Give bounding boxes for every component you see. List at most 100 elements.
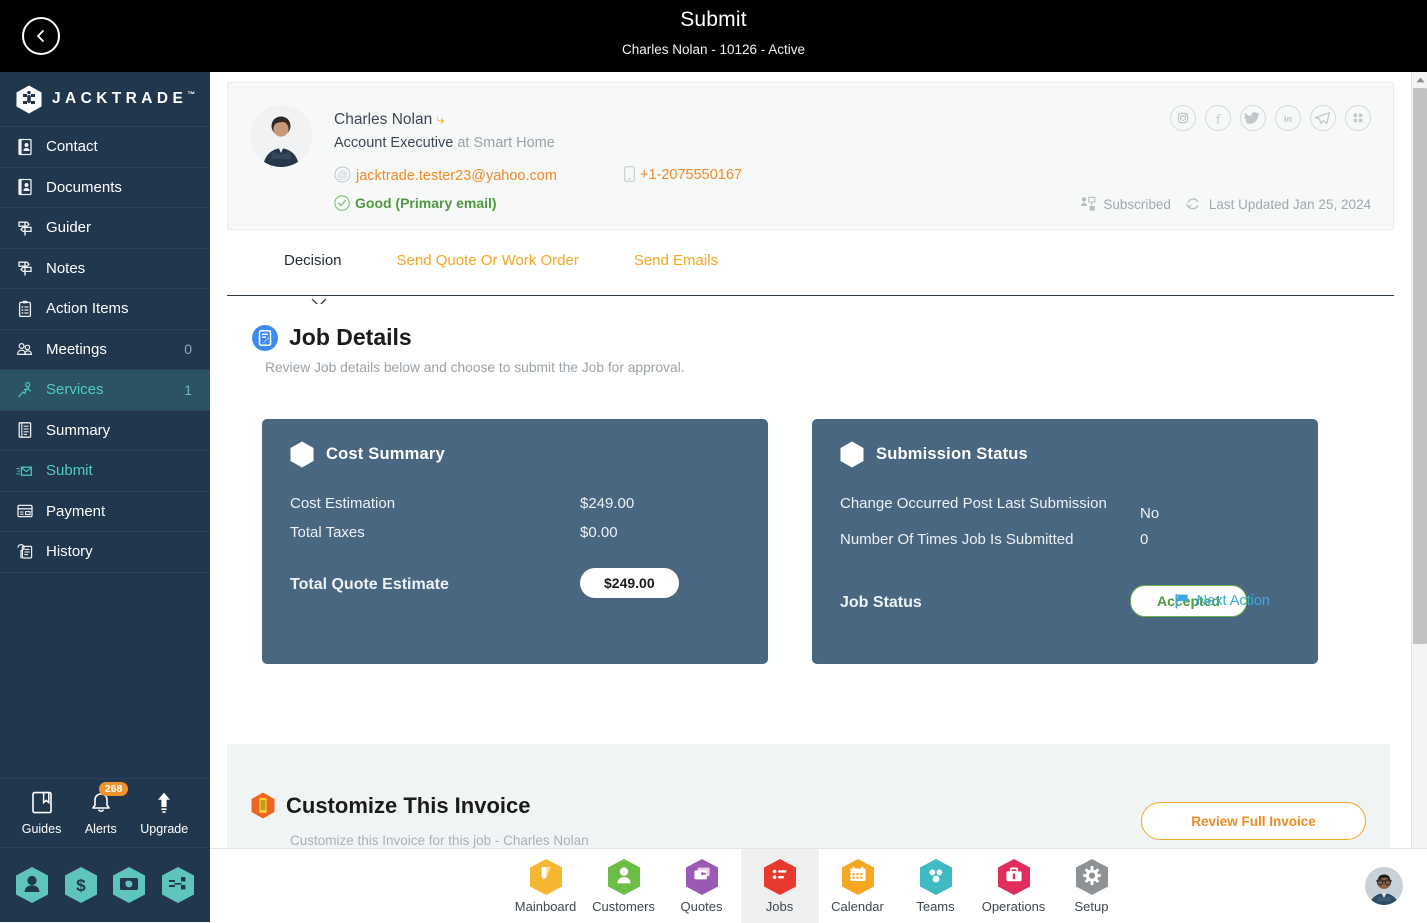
sidebar-item-payment[interactable]: Payment — [0, 492, 210, 533]
bottom-nav-setup[interactable]: Setup — [1053, 849, 1131, 923]
bottom-nav-label: Customers — [592, 899, 655, 914]
bottom-nav-teams[interactable]: Teams — [897, 849, 975, 923]
sidebar-util-label: Alerts — [85, 822, 117, 836]
main-content-area: Charles Nolan⤷ Account Executive at Smar… — [210, 72, 1411, 922]
at-sign-icon: @ — [334, 166, 351, 183]
sidebar-item-summary[interactable]: Summary — [0, 411, 210, 452]
mainboard-icon — [529, 858, 563, 896]
sidebar-shortcut-workflow[interactable] — [161, 866, 195, 904]
meetings-icon — [14, 340, 36, 358]
sidebar-item-meetings[interactable]: Meetings0 — [0, 330, 210, 371]
hexagon-icon — [840, 441, 864, 468]
sidebar-item-label: Contact — [46, 138, 192, 155]
scrollbar-thumb[interactable] — [1413, 88, 1427, 644]
signpost-icon — [14, 219, 36, 237]
contact-email[interactable]: @ jacktrade.tester23@yahoo.com — [334, 166, 557, 184]
bottom-navigation-bar: Mainboard Customers Quotes Jobs Calendar Team… — [210, 848, 1427, 922]
sidebar-shortcut-money-transfer[interactable] — [112, 866, 146, 904]
page-subtitle: Charles Nolan - 10126 - Active — [0, 42, 1427, 57]
customers-icon — [607, 858, 641, 896]
teams-icon — [919, 858, 953, 896]
bottom-nav-customers[interactable]: Customers — [585, 849, 663, 923]
total-quote-value: $249.00 — [580, 568, 679, 599]
linkedin-icon[interactable]: in — [1275, 105, 1301, 131]
payment-card-icon — [14, 502, 36, 520]
book-bookmark-icon — [31, 802, 53, 819]
sidebar-shortcut-dollar[interactable]: $ — [64, 866, 98, 904]
tab-decision[interactable]: Decision — [284, 252, 342, 281]
bottom-nav-quotes[interactable]: Quotes — [663, 849, 741, 923]
sidebar-item-label: Summary — [46, 422, 192, 439]
sidebar-item-count: 1 — [184, 382, 210, 398]
invoice-subtitle: Customize this Invoice for this job - Ch… — [290, 833, 589, 848]
facebook-icon[interactable]: f — [1205, 105, 1231, 131]
sidebar-item-notes[interactable]: Notes — [0, 249, 210, 290]
bottom-nav-label: Quotes — [681, 899, 723, 914]
scroll-up-arrow-icon[interactable] — [1412, 72, 1427, 88]
cost-row-key: Cost Estimation — [290, 494, 580, 514]
tab-send-emails[interactable]: Send Emails — [634, 252, 718, 281]
brand-logo[interactable]: JACKTRADE™ — [0, 72, 210, 127]
customize-invoice-section: Customize This Invoice Customize this In… — [227, 744, 1390, 854]
share-arrow-icon[interactable]: ⤷ — [436, 111, 444, 128]
hexagon-icon — [290, 441, 314, 468]
subscribe-icon — [1080, 196, 1096, 212]
sidebar-item-submit[interactable]: Submit — [0, 451, 210, 492]
instagram-icon[interactable] — [1170, 105, 1196, 131]
total-quote-value-wrap: $249.00 — [580, 568, 679, 599]
twitter-icon[interactable] — [1240, 105, 1266, 131]
contact-role: Account Executive at Smart Home — [334, 135, 555, 151]
submission-status-title: Submission Status — [876, 445, 1028, 464]
subscribed-label: Subscribed — [1103, 197, 1171, 212]
sidebar-util-alerts[interactable]: 268Alerts — [85, 791, 117, 836]
sidebar-item-history[interactable]: History — [0, 532, 210, 573]
cost-summary-header: Cost Summary — [290, 441, 740, 468]
sidebar-item-contact[interactable]: Contact — [0, 127, 210, 168]
sidebar-shortcut-person[interactable] — [15, 866, 49, 904]
jacktrade-hex-icon — [16, 85, 42, 114]
total-quote-row: Total Quote Estimate $249.00 — [290, 568, 740, 599]
active-tab-caret — [311, 295, 327, 304]
bottom-nav-jobs[interactable]: Jobs — [741, 849, 819, 923]
contact-email-text: jacktrade.tester23@yahoo.com — [356, 168, 557, 184]
next-action-link[interactable]: Next Action — [1175, 593, 1270, 609]
job-details-subtitle: Review Job details below and choose to s… — [265, 360, 1411, 375]
svg-text:$: $ — [76, 876, 86, 895]
sidebar-item-label: Guider — [46, 219, 192, 236]
sidebar-item-services[interactable]: Services1 — [0, 370, 210, 411]
sidebar-item-label: Action Items — [46, 300, 192, 317]
submission-row-value: No — [1140, 494, 1159, 524]
sidebar-util-upgrade[interactable]: Upgrade — [140, 791, 188, 836]
invoice-icon — [251, 792, 275, 819]
tab-send-quote-or-work-order[interactable]: Send Quote Or Work Order — [397, 252, 579, 281]
user-avatar[interactable] — [1365, 867, 1403, 905]
sidebar-item-action-items[interactable]: Action Items — [0, 289, 210, 330]
page-title: Submit — [0, 8, 1427, 32]
cost-row: Cost Estimation $249.00 — [290, 494, 740, 514]
bottom-nav-label: Jobs — [766, 899, 793, 914]
submission-row-key: Number Of Times Job Is Submitted — [840, 530, 1140, 550]
sidebar-nav-list: Contact Documents Guider Notes Action Items M… — [0, 127, 210, 573]
last-updated-label: Last Updated Jan 25, 2024 — [1209, 197, 1371, 212]
bottom-nav-mainboard[interactable]: Mainboard — [507, 849, 585, 923]
sidebar-item-guider[interactable]: Guider — [0, 208, 210, 249]
document-icon — [14, 178, 36, 196]
vertical-scrollbar[interactable] — [1411, 72, 1427, 922]
bottom-nav-label: Teams — [916, 899, 954, 914]
bottom-nav-operations[interactable]: Operations — [975, 849, 1053, 923]
contact-meta-row: Subscribed Last Updated Jan 25, 2024 — [1080, 195, 1371, 213]
avatar-image — [250, 105, 312, 167]
review-full-invoice-button[interactable]: Review Full Invoice — [1141, 802, 1366, 840]
sidebar-util-guides[interactable]: Guides — [22, 791, 62, 836]
contact-phone[interactable]: +1-2075550167 — [624, 166, 742, 183]
telegram-icon[interactable] — [1310, 105, 1336, 131]
submission-status-card: Submission Status Change Occurred Post L… — [812, 419, 1318, 664]
bottom-nav-calendar[interactable]: Calendar — [819, 849, 897, 923]
up-arrow-icon — [153, 802, 175, 819]
sidebar-item-documents[interactable]: Documents — [0, 168, 210, 209]
sidebar-util-label: Upgrade — [140, 822, 188, 836]
sidebar-utility-row: Guides 268Alerts Upgrade — [0, 778, 210, 848]
flag-icon — [1175, 593, 1190, 609]
apps-grid-icon[interactable] — [1345, 105, 1371, 131]
contact-name: Charles Nolan⤷ — [334, 111, 445, 129]
